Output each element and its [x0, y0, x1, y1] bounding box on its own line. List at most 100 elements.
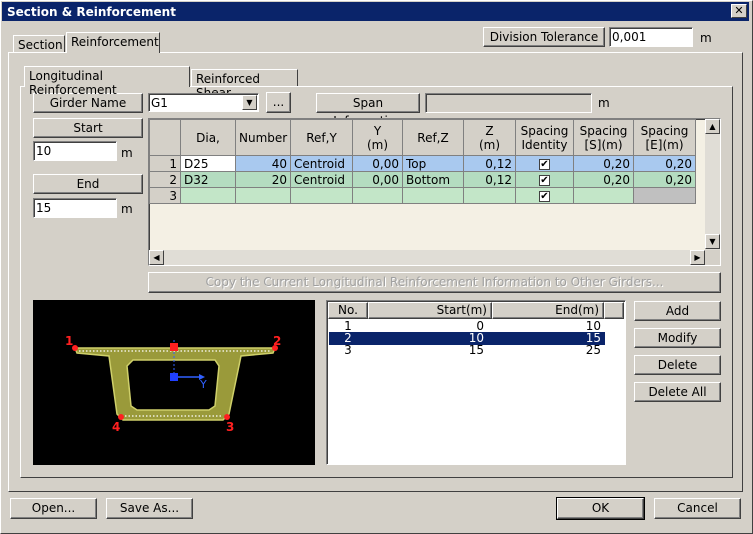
add-button[interactable]: Add [634, 301, 721, 321]
delete-button[interactable]: Delete [634, 355, 721, 375]
grid-cell-number[interactable] [235, 187, 291, 204]
grid-header-4[interactable]: Y (m) [352, 119, 403, 156]
copy-to-other-girders-button[interactable]: Copy the Current Longitudinal Reinforcem… [148, 272, 721, 293]
end-unit: m [121, 202, 133, 216]
tab-section[interactable]: Section [13, 35, 65, 53]
grid-cell-identity[interactable]: ✔ [515, 187, 574, 204]
range-cell-start: 15 [468, 343, 484, 357]
range-list[interactable]: No. Start(m) End(m) 1 0 10 2 10 15 3 15 25 [326, 300, 626, 465]
y-axis-label: Y [199, 378, 207, 391]
row-number[interactable]: 2 [149, 171, 181, 188]
grid-cell-y[interactable] [352, 187, 403, 204]
scroll-left-icon[interactable]: ◀ [149, 250, 164, 265]
cancel-button[interactable]: Cancel [654, 498, 741, 519]
row-number[interactable]: 3 [149, 187, 181, 204]
point-label-4: 4 [112, 420, 120, 434]
scrollbar-corner [705, 250, 720, 265]
table-row[interactable]: 2 D32 20 Centroid 0,00 Bottom 0,12 ✔ 0,20 0,20 [149, 171, 696, 188]
grid-cell-dia[interactable] [180, 187, 236, 204]
grid-header-0[interactable] [149, 119, 181, 156]
grid-cell-ss[interactable]: 0,20 [573, 171, 634, 188]
tab-longitudinal-reinforcement[interactable]: Longitudinal Reinforcement [24, 66, 190, 97]
range-header-filler [604, 302, 624, 319]
span-information-field [425, 93, 592, 113]
chevron-down-icon[interactable]: ▼ [242, 95, 257, 110]
scroll-right-icon[interactable]: ▶ [690, 250, 705, 265]
grid-cell-z[interactable] [463, 187, 516, 204]
grid-cell-refy[interactable] [290, 187, 353, 204]
row-number[interactable]: 1 [149, 155, 181, 172]
tab-reinforced-shear[interactable]: Reinforced Shear [191, 69, 298, 100]
spacing-identity-checkbox[interactable]: ✔ [539, 158, 550, 170]
start-label: Start [33, 118, 143, 138]
girder-name-select[interactable]: G1 ▼ [148, 93, 259, 112]
list-item[interactable]: 3 15 25 [329, 344, 605, 357]
grid-cell-number[interactable]: 20 [235, 171, 291, 188]
grid-cell-refz[interactable] [402, 187, 464, 204]
grid-cell-identity[interactable]: ✔ [515, 155, 574, 172]
grid-cell-ss[interactable]: 0,20 [573, 155, 634, 172]
grid-cell-z[interactable]: 0,12 [463, 171, 516, 188]
point-label-3: 3 [226, 420, 234, 434]
open-button[interactable]: Open... [10, 498, 97, 519]
close-icon: ✕ [734, 4, 744, 17]
division-tolerance-input[interactable]: 0,001 [609, 27, 693, 47]
tab-section-label: Section [18, 38, 63, 52]
range-header-start[interactable]: Start(m) [368, 302, 492, 319]
grid-cell-z[interactable]: 0,12 [463, 155, 516, 172]
section-view: Y 1 2 3 4 [33, 300, 315, 465]
table-row[interactable]: 1 D25 40 Centroid 0,00 Top 0,12 ✔ 0,20 0,20 [149, 155, 696, 172]
grid-header-1[interactable]: Dia, [180, 119, 236, 156]
point-label-2: 2 [273, 334, 281, 348]
grid-header-6[interactable]: Z (m) [463, 119, 516, 156]
grid-horizontal-scrollbar[interactable] [149, 250, 705, 265]
grid-cell-dia[interactable]: D25 [180, 155, 236, 172]
grid-cell-y[interactable]: 0,00 [352, 171, 403, 188]
section-drawing: Y 1 2 3 4 [65, 334, 281, 434]
girder-browse-button[interactable]: ... [266, 92, 291, 113]
end-input[interactable]: 15 [33, 198, 117, 218]
grid-header-8[interactable]: Spacing [S](m) [573, 119, 634, 156]
grid-header-3[interactable]: Ref,Y [290, 119, 353, 156]
range-header-no[interactable]: No. [328, 302, 368, 319]
range-header-end[interactable]: End(m) [492, 302, 604, 319]
grid-cell-refz[interactable]: Bottom [402, 171, 464, 188]
range-cell-no: 3 [344, 343, 352, 357]
delete-all-button[interactable]: Delete All [634, 382, 721, 402]
grid-cell-number[interactable]: 40 [235, 155, 291, 172]
grid-header-7[interactable]: Spacing Identity [515, 119, 574, 156]
grid-cell-identity[interactable]: ✔ [515, 171, 574, 188]
modify-button[interactable]: Modify [634, 328, 721, 348]
span-information-label: Span Information [316, 93, 420, 128]
grid-header-5[interactable]: Ref,Z [402, 119, 464, 156]
end-label: End [33, 174, 143, 194]
window-title: Section & Reinforcement [7, 5, 176, 19]
start-unit: m [121, 146, 133, 160]
ok-button[interactable]: OK [556, 497, 645, 520]
title-bar: Section & Reinforcement [2, 2, 749, 21]
table-row[interactable]: 3 ✔ [149, 187, 696, 204]
save-as-button[interactable]: Save As... [106, 498, 193, 519]
range-cell-end: 25 [585, 343, 601, 357]
span-information-unit: m [598, 96, 610, 110]
grid-cell-refy[interactable]: Centroid [290, 171, 353, 188]
grid-cell-refz[interactable]: Top [402, 155, 464, 172]
centroid-marker [170, 373, 178, 381]
close-button[interactable]: ✕ [731, 4, 747, 18]
grid-header-9[interactable]: Spacing [E](m) [633, 119, 696, 156]
grid-cell-se[interactable]: 0,20 [633, 155, 696, 172]
tab-reinforcement[interactable]: Reinforcement [66, 32, 160, 53]
grid-cell-ss[interactable] [573, 187, 634, 204]
grid-cell-se[interactable] [633, 187, 696, 204]
scroll-up-icon[interactable]: ▲ [705, 119, 720, 134]
spacing-identity-checkbox[interactable]: ✔ [539, 190, 550, 202]
grid-vertical-scrollbar[interactable] [705, 119, 720, 250]
grid-cell-refy[interactable]: Centroid [290, 155, 353, 172]
grid-cell-se[interactable]: 0,20 [633, 171, 696, 188]
spacing-identity-checkbox[interactable]: ✔ [539, 174, 550, 186]
grid-header-2[interactable]: Number [235, 119, 291, 156]
scroll-down-icon[interactable]: ▼ [705, 234, 720, 249]
grid-cell-y[interactable]: 0,00 [352, 155, 403, 172]
start-input[interactable]: 10 [33, 141, 117, 161]
grid-cell-dia[interactable]: D32 [180, 171, 236, 188]
